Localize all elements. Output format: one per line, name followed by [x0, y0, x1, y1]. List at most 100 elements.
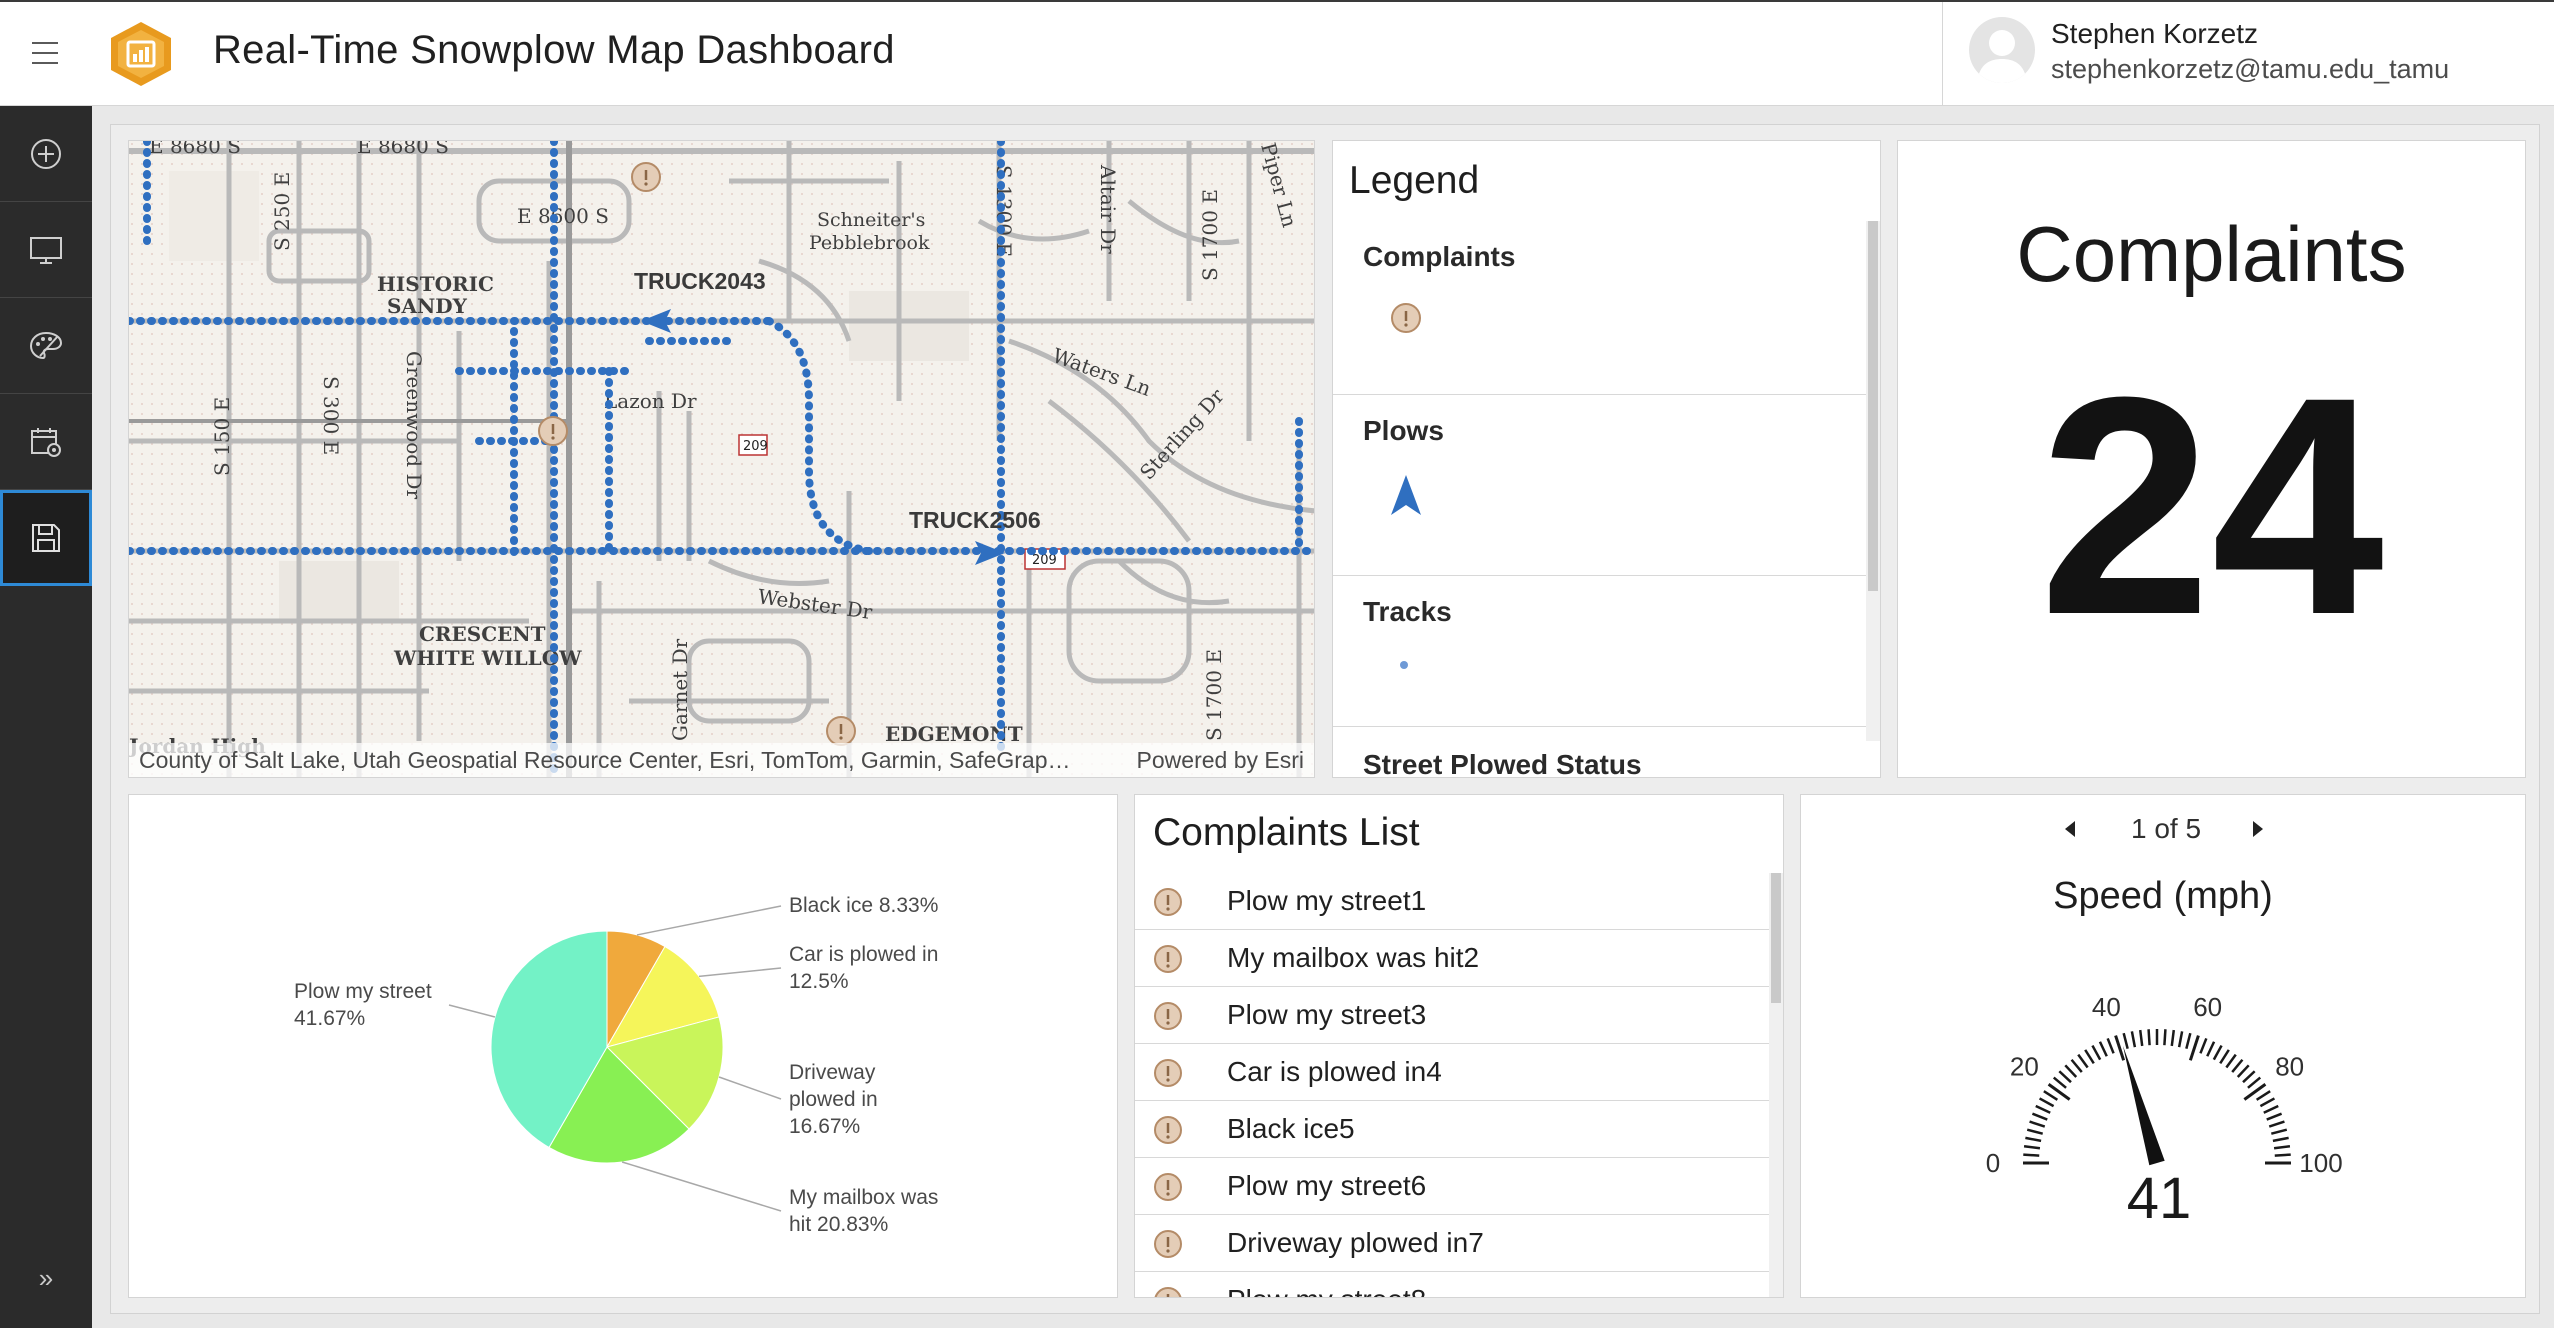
map-attribution: County of Salt Lake, Utah Geospatial Res…: [129, 743, 1314, 777]
add-widget-button[interactable]: [0, 106, 92, 202]
complaint-icon: [1154, 1116, 1182, 1144]
menu-icon[interactable]: [24, 32, 66, 74]
gauge-tick: [2043, 1090, 2059, 1101]
pie-leader-line: [718, 1076, 782, 1100]
truck-label: TRUCK2506: [909, 507, 1041, 533]
list-title: Complaints List: [1153, 811, 1420, 854]
list-item[interactable]: Driveway plowed in7: [1135, 1215, 1769, 1272]
legend-section-tracks: Tracks: [1333, 576, 1866, 727]
complaint-icon: [1154, 1002, 1182, 1030]
list-item[interactable]: Car is plowed in4: [1135, 1044, 1769, 1101]
list-item-label: Plow my street3: [1227, 999, 1427, 1030]
pie-leader-line: [698, 967, 782, 978]
map-label: E 8680 S: [149, 141, 241, 158]
list-item[interactable]: Plow my street3: [1135, 987, 1769, 1044]
indicator-value: 24: [2039, 332, 2384, 679]
user-email: stephenkorzetz@tamu.edu_tamu: [2051, 54, 2450, 84]
avatar[interactable]: [1969, 17, 2035, 83]
legend-widget: Legend Complaints Plows Tracks Street Pl…: [1332, 140, 1881, 778]
next-arrow-icon[interactable]: [2245, 817, 2269, 841]
theme-button[interactable]: [0, 298, 92, 394]
legend-section-plows: Plows: [1333, 395, 1866, 576]
shield-label: 209: [743, 439, 768, 454]
gauge-tick: [2188, 1035, 2200, 1061]
complaint-icon: [1154, 1230, 1182, 1258]
legend-scrollbar[interactable]: [1866, 221, 1880, 741]
add-icon: [31, 139, 61, 169]
complaint-icon: [1154, 1287, 1182, 1297]
gauge-tick: [2147, 1029, 2151, 1046]
pie-label: hit 20.83%: [789, 1213, 888, 1236]
plow-arrow-icon: [1391, 475, 1421, 515]
gauge-tick: [2138, 1029, 2144, 1047]
gauge-tick: [2084, 1049, 2095, 1065]
list-item-label: Plow my street8: [1227, 1284, 1426, 1297]
user-menu[interactable]: Stephen Korzetz stephenkorzetz@tamu.edu_…: [1942, 2, 2554, 106]
complaint-icon[interactable]: [631, 162, 661, 192]
pager-text: 1 of 5: [2130, 813, 2202, 844]
list-item[interactable]: Plow my street1: [1135, 873, 1769, 930]
gauge-tick: [2274, 1153, 2291, 1157]
basemap[interactable]: E 8680 S E 8680 S E 8600 S S 250 E S 150…: [129, 141, 1315, 778]
gauge-tick: [2025, 1136, 2042, 1143]
pie-chart[interactable]: Black ice 8.33% Car is plowed in 12.5% Driv…: [129, 795, 1118, 1298]
legend-label: Street Plowed Status: [1363, 749, 1642, 778]
list-item[interactable]: Plow my street8: [1135, 1272, 1769, 1297]
map-label: S 250 E: [270, 172, 294, 251]
gauge-tick: [2070, 1058, 2083, 1073]
gauge-tick: [2212, 1044, 2223, 1061]
list-item[interactable]: Black ice5: [1135, 1101, 1769, 1158]
complaint-icon[interactable]: [538, 416, 568, 446]
save-button[interactable]: [0, 490, 92, 586]
gauge-tick: [2106, 1037, 2115, 1054]
user-name: Stephen Korzetz: [2051, 18, 2259, 49]
scrollbar-thumb[interactable]: [1771, 873, 1781, 1003]
gauge-tick-label: 40: [2092, 992, 2121, 1022]
indicator-title: Complaints: [2016, 210, 2407, 298]
gauge-tick: [2255, 1090, 2271, 1101]
complaint-icon: [1154, 1173, 1182, 1201]
gauge-tick: [2098, 1041, 2108, 1057]
gauge-tick: [2263, 1104, 2279, 1114]
gauge-tick: [2023, 1153, 2040, 1157]
legend-label: Complaints: [1363, 241, 1516, 272]
map-label: CRESCENT: [419, 622, 546, 646]
scrollbar-thumb[interactable]: [1868, 221, 1878, 591]
list-item[interactable]: Plow my street6: [1135, 1158, 1769, 1215]
settings-button[interactable]: [0, 394, 92, 490]
gauge-tick: [2130, 1031, 2137, 1048]
complaint-icon: [1391, 303, 1421, 333]
gauge-tick: [2268, 1120, 2285, 1128]
complaints-pie-chart-widget: Black ice 8.33% Car is plowed in 12.5% Driv…: [128, 794, 1118, 1298]
previous-arrow-icon[interactable]: [2059, 817, 2083, 841]
complaints-list-widget: Complaints List Plow my street1 My mailbo…: [1134, 794, 1784, 1298]
map-label: S 300 E: [319, 376, 343, 455]
list-scrollbar[interactable]: [1769, 873, 1783, 1297]
legend-title: Legend: [1349, 159, 1480, 202]
list-item-label: Plow my street6: [1227, 1170, 1427, 1201]
app-title: Real-Time Snowplow Map Dashboard: [213, 28, 895, 72]
map-widget[interactable]: E 8680 S E 8680 S E 8600 S S 250 E S 150…: [128, 140, 1315, 778]
pie-leader-line: [636, 905, 782, 936]
pie-label: Car is plowed in: [789, 943, 938, 966]
list-item[interactable]: My mailbox was hit2: [1135, 930, 1769, 987]
gauge-tick: [2114, 1035, 2126, 1061]
expand-sidebar-button[interactable]: »: [24, 1256, 68, 1300]
gauge-tick: [2058, 1070, 2072, 1084]
gauge-pager: 1 of 5: [1801, 809, 2525, 849]
legend-section-street-status: Street Plowed Status: [1333, 727, 1866, 778]
gauge-tick: [2170, 1029, 2176, 1047]
page-button[interactable]: [0, 202, 92, 298]
gauge-tick-label: 80: [2275, 1052, 2304, 1082]
map-label: E 8680 S: [357, 141, 449, 158]
dashboard-logo-icon: [111, 22, 171, 86]
save-icon: [32, 524, 60, 552]
powered-by-esri[interactable]: Powered by Esri: [1137, 743, 1304, 777]
complaint-icon[interactable]: [826, 716, 856, 746]
app-header: Real-Time Snowplow Map Dashboard Stephen…: [0, 0, 2554, 106]
map-label: E 8600 S: [517, 204, 609, 228]
gauge-tick: [2266, 1112, 2283, 1121]
map-label: S 150 E: [210, 397, 234, 476]
gauge-tick: [2270, 1128, 2288, 1135]
pie-label: Black ice 8.33%: [789, 894, 938, 917]
